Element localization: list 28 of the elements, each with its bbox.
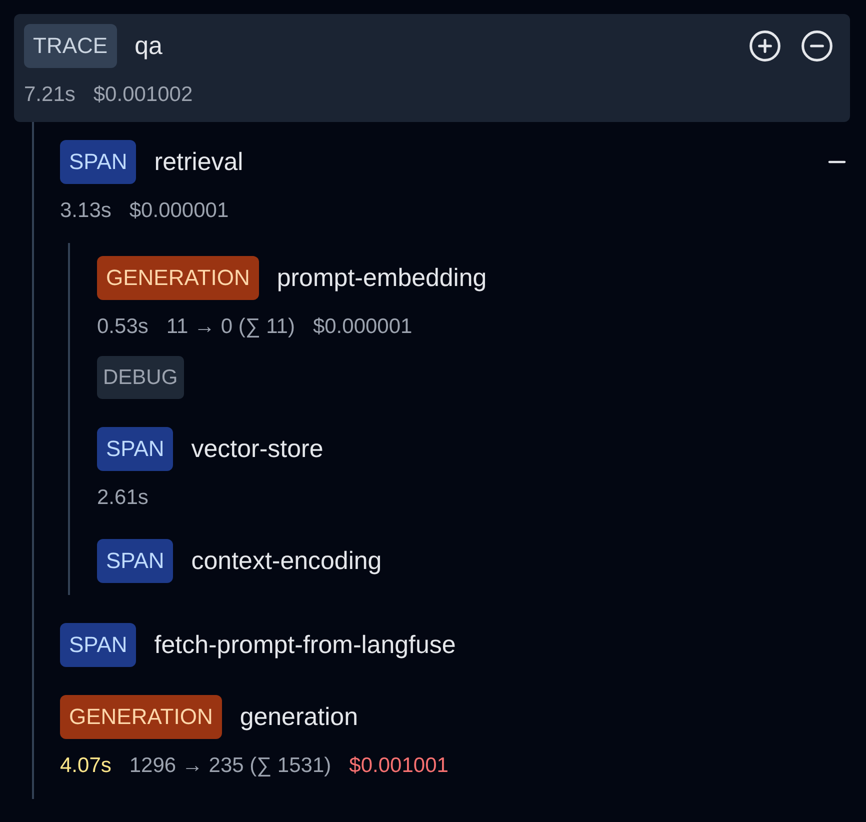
node-name: prompt-embedding: [276, 264, 487, 292]
metric-text: $0.001002: [93, 83, 193, 107]
level-badge: DEBUG: [97, 356, 184, 399]
collapse-all-icon[interactable]: [800, 29, 834, 63]
node-name: vector-store: [191, 434, 324, 464]
node-name: fetch-prompt-from-langfuse: [154, 630, 456, 660]
type-badge: GENERATION: [60, 695, 222, 739]
node-name: context-encoding: [191, 546, 382, 576]
type-badge: SPAN: [97, 539, 174, 583]
metric-text: 0.53s: [97, 315, 148, 339]
metric-text: 4.07s: [60, 754, 112, 778]
metric-text: 7.21s: [24, 83, 76, 107]
metric-text: $0.000001: [312, 315, 412, 339]
metric-text: 11 → 0 (∑ 11): [166, 315, 295, 339]
type-badge: GENERATION: [97, 256, 259, 300]
type-badge: SPAN: [97, 427, 174, 471]
expand-all-icon[interactable]: [748, 29, 782, 63]
metric-text: $0.000001: [129, 199, 229, 223]
type-badge: SPAN: [60, 623, 136, 667]
type-badge: SPAN: [60, 140, 136, 184]
node-name: qa: [134, 32, 162, 60]
type-badge: TRACE: [24, 24, 117, 68]
node-name: retrieval: [154, 148, 244, 176]
metric-text: $0.001001: [349, 754, 448, 778]
metric-text: 3.13s: [60, 199, 112, 223]
metric-text: 2.61s: [97, 486, 148, 510]
node-name: generation: [240, 702, 358, 732]
metric-text: 1296 → 235 (∑ 1531): [129, 754, 332, 778]
